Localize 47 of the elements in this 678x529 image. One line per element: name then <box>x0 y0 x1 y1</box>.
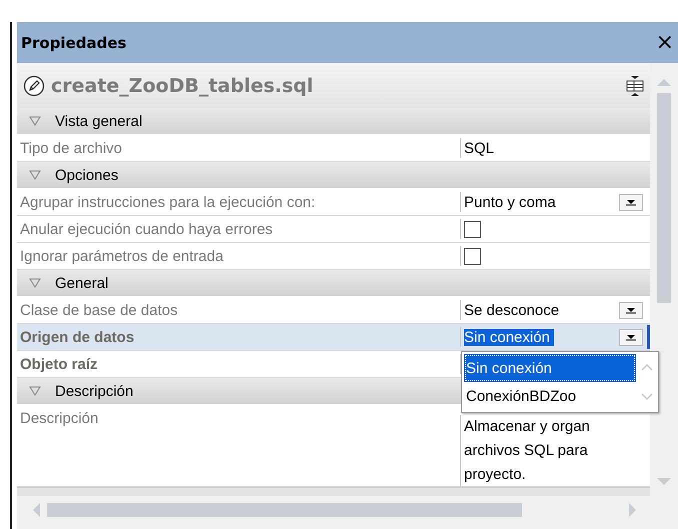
checkbox[interactable] <box>464 248 481 264</box>
dropdown-value[interactable]: Punto y coma <box>464 194 613 210</box>
caret-down-icon[interactable] <box>625 198 637 206</box>
scroll-down-icon[interactable] <box>656 477 672 487</box>
dropdown-value[interactable]: Se desconoce <box>464 302 613 318</box>
collapse-triangle-icon[interactable] <box>29 116 41 126</box>
section-label: Opciones <box>55 166 118 184</box>
column-resize-icon[interactable] <box>626 74 644 96</box>
property-label: Origen de datos <box>19 328 136 348</box>
scroll-up-icon[interactable] <box>656 77 672 87</box>
pencil-circle-icon <box>23 74 45 96</box>
property-label: Agrupar instrucciones para la ejecución con: <box>19 192 316 212</box>
caret-down-icon[interactable] <box>625 306 637 314</box>
scroll-up-icon[interactable] <box>640 362 654 372</box>
caret-down-icon[interactable] <box>625 333 637 341</box>
description-text: Almacenar y organ archivos SQL para proyecto. <box>464 417 590 485</box>
scroll-left-icon[interactable] <box>31 502 41 518</box>
property-row[interactable]: Anular ejecución cuando haya errores <box>17 216 650 243</box>
property-label: Objeto raíz <box>19 354 99 374</box>
dropdown-value[interactable]: Sin conexión <box>464 328 554 346</box>
property-row[interactable]: Agrupar instrucciones para la ejecución con: Punto y coma <box>17 189 650 216</box>
scrollbar-thumb[interactable] <box>657 93 671 303</box>
property-label: Anular ejecución cuando haya errores <box>19 220 274 240</box>
close-button[interactable]: × <box>652 30 678 55</box>
scroll-right-icon[interactable] <box>628 502 638 518</box>
section-header[interactable]: Opciones <box>17 162 650 189</box>
property-label: Clase de base de datos <box>19 300 179 320</box>
section-label: General <box>55 274 108 292</box>
checkbox[interactable] <box>464 220 481 238</box>
property-label: Tipo de archivo <box>19 138 123 158</box>
section-header[interactable]: Vista general <box>17 108 650 135</box>
file-name: create_ZooDB_tables.sql <box>51 74 314 96</box>
scrollbar-thumb[interactable] <box>47 503 522 517</box>
property-label: Ignorar parámetros de entrada <box>19 246 224 266</box>
section-label: Vista general <box>55 112 142 130</box>
property-value: SQL <box>464 140 494 156</box>
collapse-triangle-icon[interactable] <box>29 170 41 180</box>
dropdown-button[interactable] <box>619 302 643 318</box>
collapse-triangle-icon[interactable] <box>29 386 41 396</box>
scroll-down-icon[interactable] <box>640 392 654 402</box>
collapse-triangle-icon[interactable] <box>29 278 41 288</box>
dropdown-button[interactable] <box>619 328 643 346</box>
panel-title: Propiedades <box>21 34 126 52</box>
section-header[interactable]: General <box>17 270 650 297</box>
section-label: Descripción <box>55 382 134 400</box>
dropdown-button[interactable] <box>619 194 643 210</box>
dropdown-option[interactable]: Sin conexión <box>464 354 636 382</box>
